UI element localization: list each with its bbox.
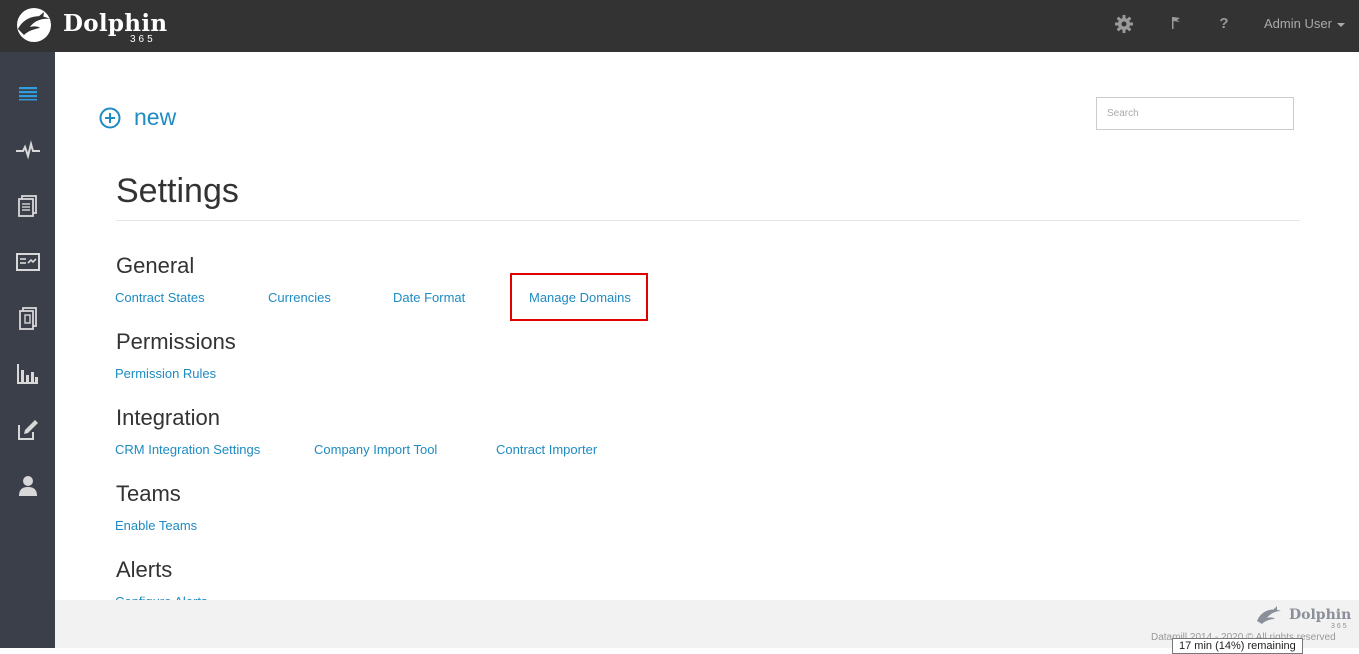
dolphin-logo-icon xyxy=(17,8,51,42)
link-company-import-tool[interactable]: Company Import Tool xyxy=(314,442,437,457)
section-title-permissions: Permissions xyxy=(116,329,236,354)
section-title-integration: Integration xyxy=(116,405,220,430)
invoice-icon xyxy=(19,307,37,330)
footer-brand: Dolphin xyxy=(1289,607,1352,623)
help-icon[interactable]: ? xyxy=(1214,14,1234,34)
sidebar-item-user[interactable] xyxy=(16,474,40,498)
brand-sub: 365 xyxy=(130,34,156,45)
link-contract-importer[interactable]: Contract Importer xyxy=(496,442,597,457)
documents-icon xyxy=(18,195,37,217)
flag-icon[interactable] xyxy=(1167,14,1187,34)
link-permission-rules[interactable]: Permission Rules xyxy=(115,366,216,381)
section-title-alerts: Alerts xyxy=(116,557,173,582)
plus-circle-icon xyxy=(99,107,121,129)
link-crm-integration-settings[interactable]: CRM Integration Settings xyxy=(115,442,260,457)
top-navbar: Dolphin 365 ? Admin User xyxy=(0,0,1359,52)
link-contract-states[interactable]: Contract States xyxy=(115,290,205,305)
brand-name: Dolphin xyxy=(63,10,168,37)
section-title-general: General xyxy=(116,253,195,278)
footer-brand-sub: 365 xyxy=(1331,623,1349,630)
dolphin-logo-icon xyxy=(1257,606,1281,624)
highlight-annotation xyxy=(510,273,648,321)
contract-card-icon xyxy=(16,253,40,271)
sidebar-item-edit[interactable] xyxy=(16,418,40,442)
edit-icon xyxy=(18,420,38,440)
menu-icon xyxy=(19,87,37,101)
section-title-teams: Teams xyxy=(116,481,181,506)
sidebar-item-activity[interactable] xyxy=(16,138,40,162)
dolphin-logo[interactable]: Dolphin 365 xyxy=(8,4,168,48)
sidebar-item-contracts[interactable] xyxy=(16,250,40,274)
sidebar-item-invoices[interactable] xyxy=(16,306,40,330)
footer: Dolphin 365 Datamill 2014 - 2020 © All r… xyxy=(55,600,1359,648)
user-menu[interactable]: Admin User xyxy=(1264,16,1345,31)
page-title: Settings xyxy=(116,172,239,210)
time-remaining-tooltip: 17 min (14%) remaining xyxy=(1172,638,1303,654)
link-date-format[interactable]: Date Format xyxy=(393,290,465,305)
new-button-label: new xyxy=(134,104,177,130)
user-icon xyxy=(19,476,37,496)
activity-icon xyxy=(16,140,40,160)
chevron-down-icon xyxy=(1336,22,1345,27)
search-input[interactable] xyxy=(1096,97,1294,130)
link-currencies[interactable]: Currencies xyxy=(268,290,331,305)
footer-logo: Dolphin 365 xyxy=(1255,605,1355,631)
sidebar xyxy=(0,52,55,648)
reports-chart-icon xyxy=(17,364,38,384)
title-divider xyxy=(116,220,1300,221)
sidebar-item-menu[interactable] xyxy=(16,81,40,105)
gear-icon[interactable] xyxy=(1114,14,1134,34)
sidebar-item-documents[interactable] xyxy=(16,194,40,218)
link-enable-teams[interactable]: Enable Teams xyxy=(115,518,197,533)
sidebar-item-reports[interactable] xyxy=(16,362,40,386)
user-name: Admin User xyxy=(1264,16,1332,31)
